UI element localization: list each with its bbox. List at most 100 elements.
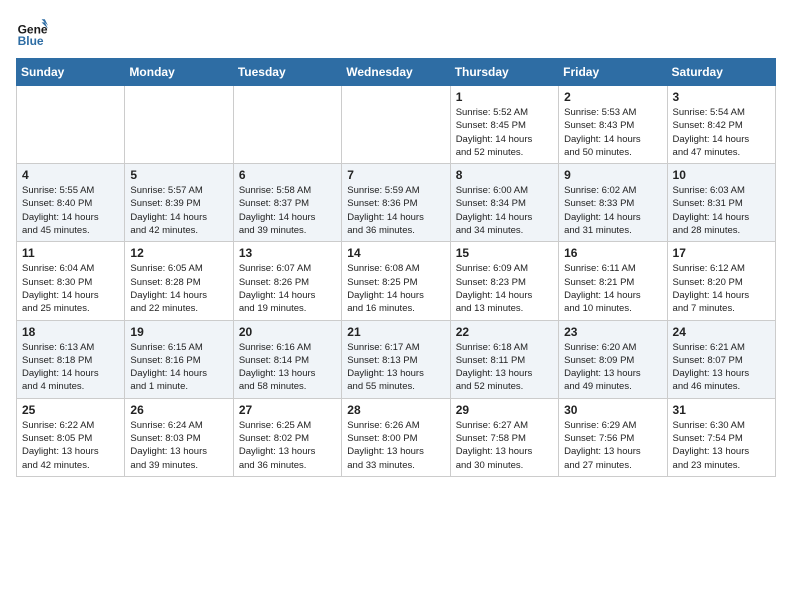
day-cell: 5Sunrise: 5:57 AM Sunset: 8:39 PM Daylig… (125, 164, 233, 242)
day-cell: 12 Sunrise: 6:05 AM Sunset: 8:28 PM Dayli… (125, 242, 233, 320)
day-info: Sunrise: 6:26 AM Sunset: 8:00 PM Dayligh… (347, 419, 444, 472)
day-info: Sunrise: 5:58 AM Sunset: 8:37 PM Dayligh… (239, 184, 336, 237)
day-info: Sunrise: 6:13 AM Sunset: 8:18 PM Dayligh… (22, 341, 119, 394)
day-cell: 27 Sunrise: 6:25 AM Sunset: 8:02 PM Dayli… (233, 398, 341, 476)
day-number: 18 (22, 325, 119, 339)
day-number: 1 (456, 90, 553, 104)
day-number: 10 (673, 168, 770, 182)
day-number: 21 (347, 325, 444, 339)
day-number: 20 (239, 325, 336, 339)
day-cell: 10 Sunrise: 6:03 AM Sunset: 8:31 PM Dayli… (667, 164, 775, 242)
day-cell: 2Sunrise: 5:53 AM Sunset: 8:43 PM Daylig… (559, 86, 667, 164)
day-info: Sunrise: 6:17 AM Sunset: 8:13 PM Dayligh… (347, 341, 444, 394)
day-number: 9 (564, 168, 661, 182)
day-info: Sunrise: 6:22 AM Sunset: 8:05 PM Dayligh… (22, 419, 119, 472)
day-number: 14 (347, 246, 444, 260)
day-info: Sunrise: 6:09 AM Sunset: 8:23 PM Dayligh… (456, 262, 553, 315)
day-cell (233, 86, 341, 164)
day-cell (17, 86, 125, 164)
day-number: 28 (347, 403, 444, 417)
day-info: Sunrise: 6:27 AM Sunset: 7:58 PM Dayligh… (456, 419, 553, 472)
day-number: 27 (239, 403, 336, 417)
day-info: Sunrise: 5:59 AM Sunset: 8:36 PM Dayligh… (347, 184, 444, 237)
day-info: Sunrise: 6:21 AM Sunset: 8:07 PM Dayligh… (673, 341, 770, 394)
weekday-header-thursday: Thursday (450, 59, 558, 86)
day-number: 7 (347, 168, 444, 182)
logo: General Blue (16, 16, 52, 48)
day-number: 25 (22, 403, 119, 417)
day-cell: 11 Sunrise: 6:04 AM Sunset: 8:30 PM Dayli… (17, 242, 125, 320)
day-info: Sunrise: 5:55 AM Sunset: 8:40 PM Dayligh… (22, 184, 119, 237)
week-row-4: 18 Sunrise: 6:13 AM Sunset: 8:18 PM Dayli… (17, 320, 776, 398)
day-info: Sunrise: 6:02 AM Sunset: 8:33 PM Dayligh… (564, 184, 661, 237)
weekday-header-sunday: Sunday (17, 59, 125, 86)
day-info: Sunrise: 5:52 AM Sunset: 8:45 PM Dayligh… (456, 106, 553, 159)
day-info: Sunrise: 6:29 AM Sunset: 7:56 PM Dayligh… (564, 419, 661, 472)
logo-icon: General Blue (16, 16, 48, 48)
day-cell: 8 Sunrise: 6:00 AM Sunset: 8:34 PM Daylig… (450, 164, 558, 242)
day-info: Sunrise: 6:00 AM Sunset: 8:34 PM Dayligh… (456, 184, 553, 237)
day-number: 12 (130, 246, 227, 260)
day-info: Sunrise: 6:15 AM Sunset: 8:16 PM Dayligh… (130, 341, 227, 394)
day-number: 31 (673, 403, 770, 417)
day-cell: 20 Sunrise: 6:16 AM Sunset: 8:14 PM Dayli… (233, 320, 341, 398)
page-header: General Blue (16, 16, 776, 48)
day-number: 5 (130, 168, 227, 182)
day-info: Sunrise: 6:08 AM Sunset: 8:25 PM Dayligh… (347, 262, 444, 315)
week-row-3: 11 Sunrise: 6:04 AM Sunset: 8:30 PM Dayli… (17, 242, 776, 320)
day-info: Sunrise: 6:30 AM Sunset: 7:54 PM Dayligh… (673, 419, 770, 472)
day-number: 17 (673, 246, 770, 260)
day-number: 19 (130, 325, 227, 339)
week-row-1: 1 Sunrise: 5:52 AM Sunset: 8:45 PM Daylig… (17, 86, 776, 164)
day-info: Sunrise: 6:16 AM Sunset: 8:14 PM Dayligh… (239, 341, 336, 394)
day-cell: 19 Sunrise: 6:15 AM Sunset: 8:16 PM Dayli… (125, 320, 233, 398)
day-cell: 28 Sunrise: 6:26 AM Sunset: 8:00 PM Dayli… (342, 398, 450, 476)
day-cell: 23 Sunrise: 6:20 AM Sunset: 8:09 PM Dayli… (559, 320, 667, 398)
weekday-header-saturday: Saturday (667, 59, 775, 86)
day-cell: 18 Sunrise: 6:13 AM Sunset: 8:18 PM Dayli… (17, 320, 125, 398)
day-cell: 31 Sunrise: 6:30 AM Sunset: 7:54 PM Dayli… (667, 398, 775, 476)
day-number: 24 (673, 325, 770, 339)
day-number: 29 (456, 403, 553, 417)
day-cell: 22Sunrise: 6:18 AM Sunset: 8:11 PM Dayli… (450, 320, 558, 398)
day-info: Sunrise: 6:11 AM Sunset: 8:21 PM Dayligh… (564, 262, 661, 315)
day-info: Sunrise: 6:12 AM Sunset: 8:20 PM Dayligh… (673, 262, 770, 315)
day-cell (125, 86, 233, 164)
day-cell: 14 Sunrise: 6:08 AM Sunset: 8:25 PM Dayli… (342, 242, 450, 320)
day-cell: 13 Sunrise: 6:07 AM Sunset: 8:26 PM Dayli… (233, 242, 341, 320)
week-row-5: 25 Sunrise: 6:22 AM Sunset: 8:05 PM Dayli… (17, 398, 776, 476)
day-number: 8 (456, 168, 553, 182)
day-number: 30 (564, 403, 661, 417)
day-number: 15 (456, 246, 553, 260)
day-info: Sunrise: 6:07 AM Sunset: 8:26 PM Dayligh… (239, 262, 336, 315)
day-info: Sunrise: 6:24 AM Sunset: 8:03 PM Dayligh… (130, 419, 227, 472)
day-info: Sunrise: 6:20 AM Sunset: 8:09 PM Dayligh… (564, 341, 661, 394)
day-info: Sunrise: 6:18 AM Sunset: 8:11 PM Dayligh… (456, 341, 553, 394)
day-cell: 7 Sunrise: 5:59 AM Sunset: 8:36 PM Daylig… (342, 164, 450, 242)
calendar-table: SundayMondayTuesdayWednesdayThursdayFrid… (16, 58, 776, 477)
weekday-header-monday: Monday (125, 59, 233, 86)
day-info: Sunrise: 5:53 AM Sunset: 8:43 PM Dayligh… (564, 106, 661, 159)
day-number: 4 (22, 168, 119, 182)
day-info: Sunrise: 6:25 AM Sunset: 8:02 PM Dayligh… (239, 419, 336, 472)
day-cell: 21 Sunrise: 6:17 AM Sunset: 8:13 PM Dayli… (342, 320, 450, 398)
day-cell: 30 Sunrise: 6:29 AM Sunset: 7:56 PM Dayli… (559, 398, 667, 476)
day-cell: 3Sunrise: 5:54 AM Sunset: 8:42 PM Daylig… (667, 86, 775, 164)
day-cell (342, 86, 450, 164)
day-number: 11 (22, 246, 119, 260)
day-number: 23 (564, 325, 661, 339)
day-cell: 24 Sunrise: 6:21 AM Sunset: 8:07 PM Dayli… (667, 320, 775, 398)
day-cell: 16 Sunrise: 6:11 AM Sunset: 8:21 PM Dayli… (559, 242, 667, 320)
day-info: Sunrise: 5:54 AM Sunset: 8:42 PM Dayligh… (673, 106, 770, 159)
day-number: 13 (239, 246, 336, 260)
day-cell: 17 Sunrise: 6:12 AM Sunset: 8:20 PM Dayli… (667, 242, 775, 320)
day-cell: 25 Sunrise: 6:22 AM Sunset: 8:05 PM Dayli… (17, 398, 125, 476)
day-cell: 9 Sunrise: 6:02 AM Sunset: 8:33 PM Daylig… (559, 164, 667, 242)
day-cell: 29 Sunrise: 6:27 AM Sunset: 7:58 PM Dayli… (450, 398, 558, 476)
day-info: Sunrise: 6:03 AM Sunset: 8:31 PM Dayligh… (673, 184, 770, 237)
day-info: Sunrise: 6:04 AM Sunset: 8:30 PM Dayligh… (22, 262, 119, 315)
day-number: 26 (130, 403, 227, 417)
day-number: 6 (239, 168, 336, 182)
day-number: 16 (564, 246, 661, 260)
day-info: Sunrise: 6:05 AM Sunset: 8:28 PM Dayligh… (130, 262, 227, 315)
